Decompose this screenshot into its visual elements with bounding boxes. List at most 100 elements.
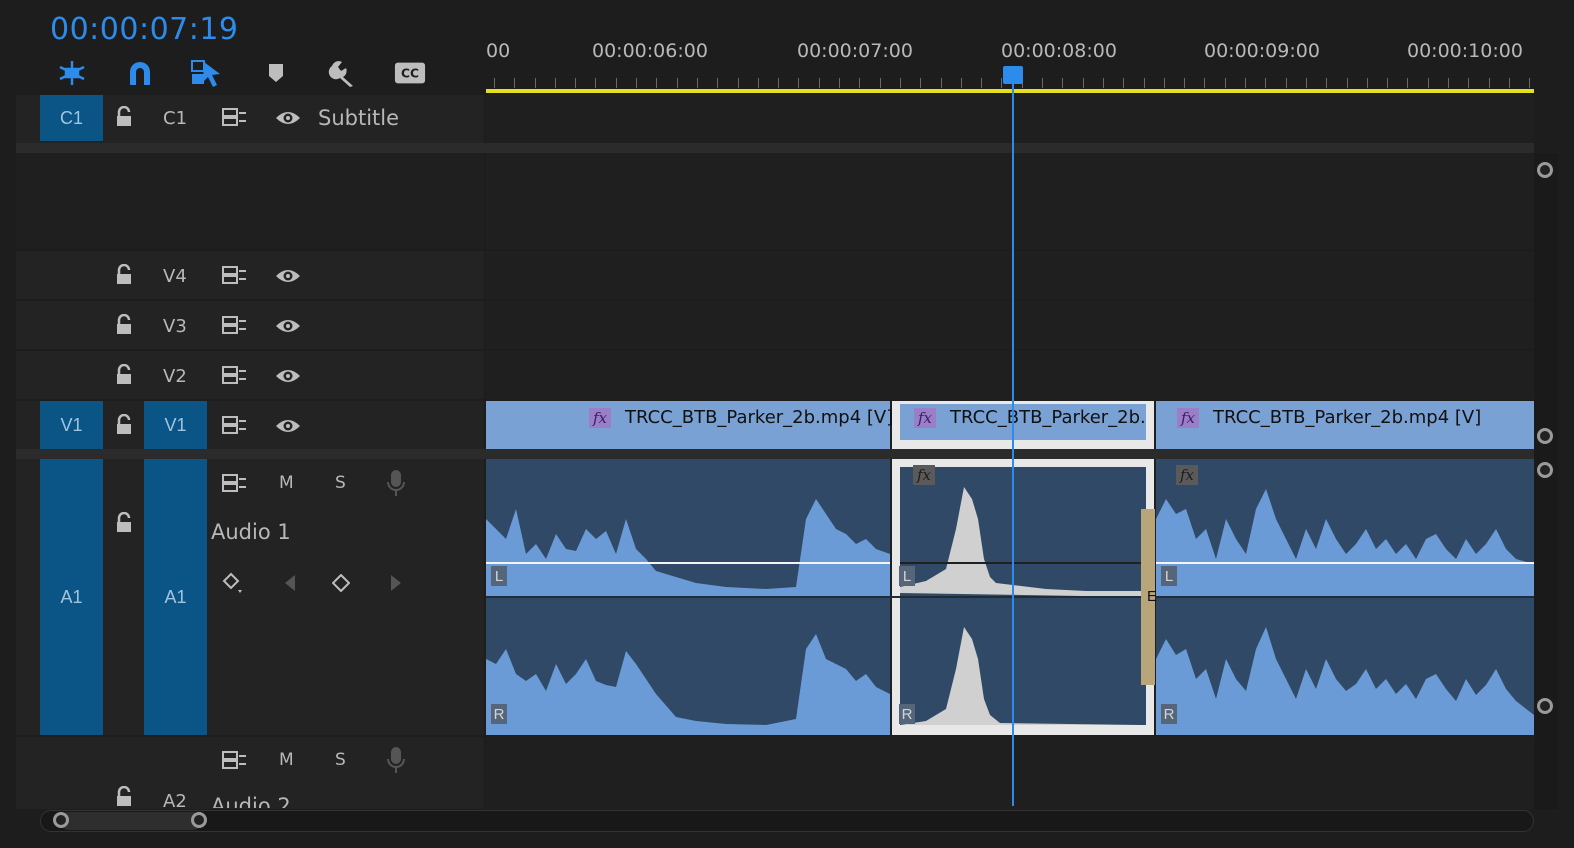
ruler-tick (514, 78, 515, 88)
eye-icon[interactable] (274, 106, 302, 130)
microphone-icon[interactable] (384, 745, 408, 775)
ruler-tick (1529, 78, 1530, 88)
channel-label-right: R (1161, 704, 1177, 724)
scroll-knob[interactable] (1537, 698, 1553, 714)
ruler-tick (1184, 78, 1185, 88)
lock-icon[interactable] (112, 262, 136, 288)
eye-icon[interactable] (274, 314, 302, 338)
scroll-knob[interactable] (1537, 162, 1553, 178)
track-name[interactable]: V3 (163, 316, 187, 337)
mute-button[interactable]: M (279, 473, 294, 493)
ruler-tick (717, 78, 718, 88)
lock-icon[interactable] (112, 312, 136, 338)
solo-button[interactable]: S (335, 473, 346, 493)
mute-button[interactable]: M (279, 750, 294, 770)
ruler-label: 00:00:10:00 (1407, 40, 1523, 62)
ruler-tick (1286, 78, 1287, 88)
sync-lock-icon[interactable] (220, 262, 248, 288)
lane-v4[interactable] (486, 251, 1534, 299)
sync-lock-icon[interactable] (220, 312, 248, 338)
lane-v3[interactable] (486, 301, 1534, 349)
horizontal-scroll-track[interactable] (40, 810, 1534, 832)
ruler-tick (1204, 78, 1205, 88)
ruler-tick (859, 78, 860, 88)
track-label: Audio 1 (211, 520, 291, 544)
track-header-v3 (16, 301, 484, 349)
eye-icon[interactable] (274, 364, 302, 388)
ruler-tick (839, 78, 840, 88)
eye-icon[interactable] (274, 414, 302, 438)
ruler-tick (494, 78, 495, 88)
horizontal-scroll-thumb[interactable] (60, 812, 202, 830)
track-name[interactable]: A2 (163, 791, 187, 808)
next-keyframe-icon[interactable] (386, 572, 406, 594)
waveform-right (486, 634, 890, 735)
fx-badge: fx (1176, 465, 1198, 485)
ruler-tick (1407, 78, 1408, 88)
track-name[interactable]: V2 (163, 366, 187, 387)
lane-c1[interactable] (486, 95, 1534, 143)
ruler-tick (778, 78, 779, 88)
sync-lock-icon[interactable] (220, 362, 248, 388)
lock-icon[interactable] (112, 104, 136, 130)
magnet-icon[interactable] (124, 58, 156, 88)
ruler-tick (900, 78, 901, 88)
sync-lock-icon[interactable] (220, 412, 248, 438)
lane-empty[interactable] (486, 153, 1534, 249)
source-patch-a1[interactable]: A1 (40, 459, 103, 735)
playhead-handle[interactable] (1003, 66, 1023, 84)
eye-icon[interactable] (274, 264, 302, 288)
ruler-tick (1103, 78, 1104, 88)
add-keyframe-icon[interactable] (220, 570, 246, 596)
sync-lock-icon[interactable] (220, 104, 248, 130)
snap-in-icon[interactable] (56, 58, 88, 88)
lock-icon[interactable] (112, 412, 136, 438)
closed-captions-icon[interactable]: CC (394, 58, 426, 88)
scroll-knob[interactable] (1537, 462, 1553, 478)
lock-icon[interactable] (112, 510, 136, 536)
ruler-tick (961, 78, 962, 88)
transition-label: E (1147, 588, 1158, 605)
ruler-tick (941, 78, 942, 88)
wrench-icon[interactable] (326, 58, 358, 88)
solo-button[interactable]: S (335, 750, 346, 770)
ruler-tick (920, 78, 921, 88)
track-name[interactable]: V4 (163, 266, 187, 287)
linked-selection-icon[interactable] (190, 58, 222, 88)
lock-icon[interactable] (112, 362, 136, 388)
waveform-right-right-clip (1156, 627, 1534, 735)
ruler-tick (1164, 78, 1165, 88)
previous-keyframe-icon[interactable] (280, 572, 300, 594)
source-patch-v1[interactable]: V1 (40, 401, 103, 449)
scroll-knob[interactable] (191, 812, 207, 828)
clip-title: TRCC_BTB_Parker_2b.mp4 [V] (1213, 407, 1482, 428)
channel-label-left: L (491, 566, 507, 586)
ruler-tick (595, 78, 596, 88)
ruler-tick (1468, 78, 1469, 88)
playhead-timecode[interactable]: 00:00:07:19 (50, 12, 239, 47)
track-name[interactable]: C1 (163, 108, 187, 129)
keyframe-diamond-icon[interactable] (330, 572, 352, 594)
scroll-knob[interactable] (1537, 428, 1553, 444)
ruler-tick (1387, 78, 1388, 88)
ruler-label: 00:00:07:00 (797, 40, 913, 62)
track-target-a1[interactable]: A1 (144, 459, 207, 735)
ruler-tick (738, 78, 739, 88)
ruler-tick (1042, 78, 1043, 88)
lane-v2[interactable] (486, 351, 1534, 399)
audio-waveforms (486, 487, 1534, 735)
clip-title: TRCC_BTB_Parker_2b.mp4 [V] (625, 407, 894, 428)
marker-icon[interactable] (260, 58, 292, 88)
lane-a2[interactable] (486, 737, 1534, 809)
track-target-v1[interactable]: V1 (144, 401, 207, 449)
sync-lock-icon[interactable] (220, 747, 248, 773)
microphone-icon[interactable] (384, 468, 408, 498)
track-header-v2 (16, 351, 484, 399)
ruler-tick (1347, 78, 1348, 88)
work-area-bar[interactable] (486, 89, 1534, 93)
playhead-line[interactable] (1012, 78, 1014, 806)
source-patch-c1[interactable]: C1 (40, 95, 103, 141)
scroll-knob[interactable] (53, 812, 69, 828)
sync-lock-icon[interactable] (220, 470, 248, 496)
ruler-tick (656, 78, 657, 88)
